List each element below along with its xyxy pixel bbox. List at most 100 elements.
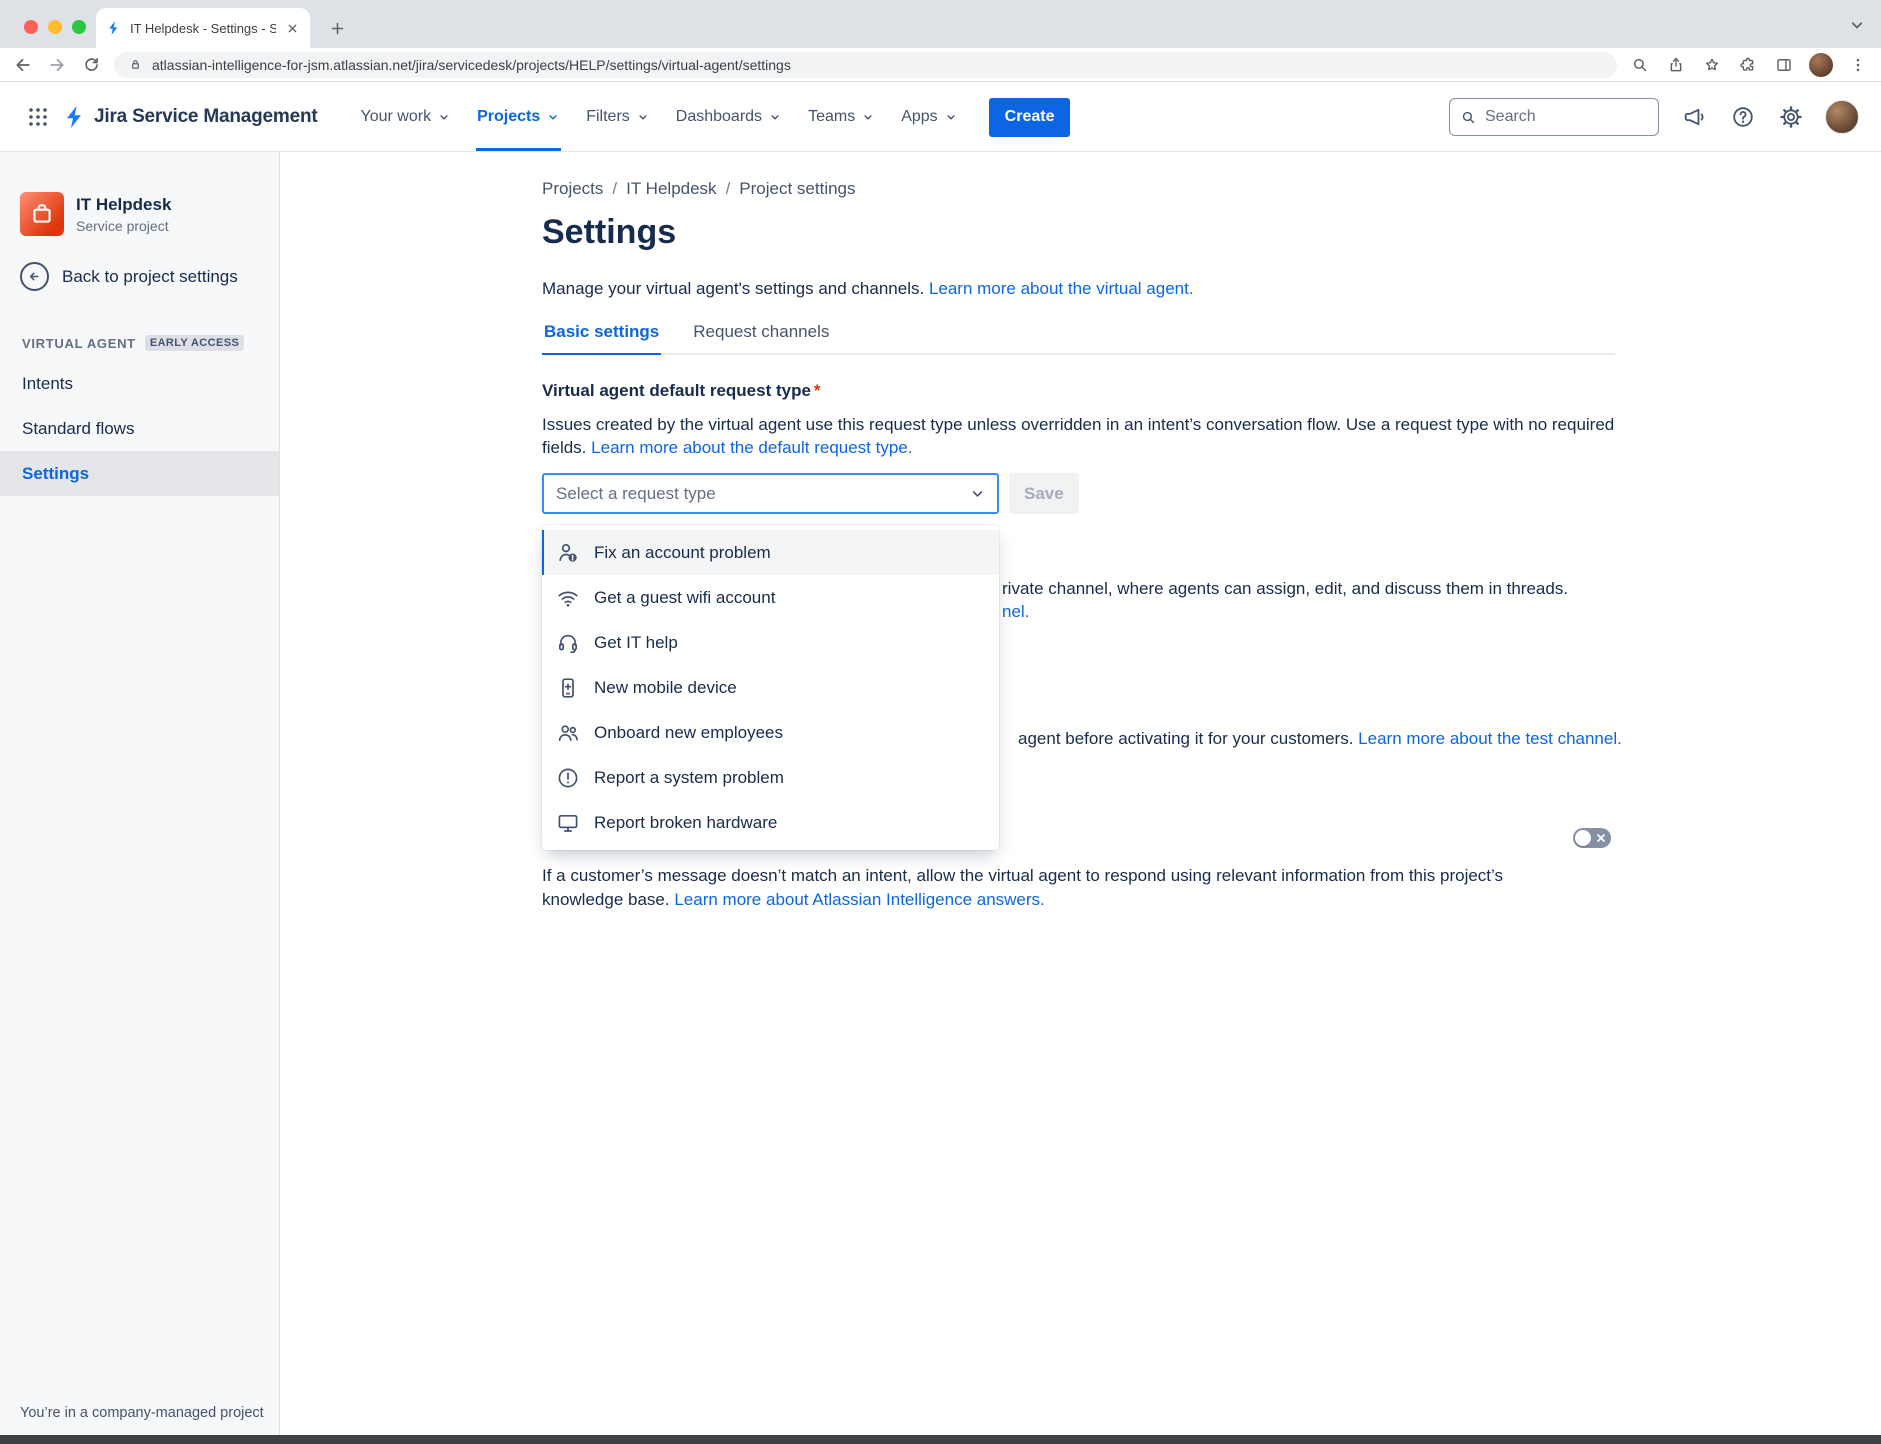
virtual-agent-learn-more-link[interactable]: Learn more about the virtual agent.: [929, 279, 1194, 298]
search-input[interactable]: [1485, 108, 1692, 126]
browser-toolbar-icons: [1629, 53, 1869, 77]
chevron-down-icon: [437, 110, 451, 124]
option-get-a-guest-wifi-account[interactable]: Get a guest wifi account: [542, 575, 999, 620]
project-sidebar: IT Helpdesk Service project Back to proj…: [0, 152, 280, 1435]
product-name: Jira Service Management: [94, 106, 318, 128]
settings-tabs: Basic settings Request channels: [542, 322, 1615, 355]
tab-title: IT Helpdesk - Settings - Servic: [130, 21, 276, 36]
chevron-down-icon: [768, 110, 782, 124]
window-zoom-button[interactable]: [72, 20, 86, 34]
default-request-type-learn-more-link[interactable]: Learn more about the default request typ…: [591, 438, 912, 457]
macos-window-controls: [24, 20, 86, 34]
tab-list-chevron-icon[interactable]: [1847, 15, 1867, 35]
sidebar-item-settings[interactable]: Settings: [0, 451, 279, 496]
bookmark-star-icon[interactable]: [1701, 54, 1723, 76]
site-info-icon[interactable]: [128, 57, 143, 72]
window-minimize-button[interactable]: [48, 20, 62, 34]
page-title: Settings: [542, 212, 676, 252]
atlassian-intelligence-answers-link[interactable]: Learn more about Atlassian Intelligence …: [674, 890, 1044, 909]
back-to-project-settings[interactable]: Back to project settings: [20, 262, 261, 291]
tab-close-icon[interactable]: [284, 20, 300, 36]
user-avatar[interactable]: [1825, 100, 1859, 134]
primary-nav: Your work Projects Filters Dashboards Te…: [348, 83, 971, 151]
address-bar[interactable]: atlassian-intelligence-for-jsm.atlassian…: [114, 52, 1617, 78]
virtual-agent-section-header: VIRTUAL AGENT EARLY ACCESS: [20, 335, 261, 351]
help-icon[interactable]: [1729, 103, 1757, 131]
window-close-button[interactable]: [24, 20, 38, 34]
project-avatar: [20, 192, 64, 236]
breadcrumb-separator: /: [726, 179, 731, 199]
save-button[interactable]: Save: [1009, 473, 1079, 514]
breadcrumb-projects[interactable]: Projects: [542, 179, 603, 199]
nav-apps[interactable]: Apps: [888, 83, 970, 151]
agent-channel-link-fragment[interactable]: nel.: [1002, 600, 1029, 623]
header-actions: [1681, 100, 1859, 134]
new-tab-button[interactable]: [322, 13, 352, 43]
jira-logo[interactable]: Jira Service Management: [62, 104, 318, 130]
chevron-down-icon: [636, 110, 650, 124]
share-icon[interactable]: [1665, 54, 1687, 76]
person-alert-icon: [556, 541, 580, 565]
breadcrumb-separator: /: [612, 179, 617, 199]
wifi-icon: [556, 586, 580, 610]
required-asterisk: *: [814, 381, 821, 400]
people-icon: [556, 721, 580, 745]
option-fix-an-account-problem[interactable]: Fix an account problem: [542, 530, 999, 575]
default-request-type-description: Issues created by the virtual agent use …: [542, 413, 1622, 459]
breadcrumb-project-settings[interactable]: Project settings: [739, 179, 855, 199]
sidebar-nav: Intents Standard flows Settings: [0, 361, 279, 496]
side-panel-icon[interactable]: [1773, 54, 1795, 76]
option-new-mobile-device[interactable]: New mobile device: [542, 665, 999, 710]
browser-menu-icon[interactable]: [1847, 54, 1869, 76]
option-report-broken-hardware[interactable]: Report broken hardware: [542, 800, 999, 845]
option-report-a-system-problem[interactable]: Report a system problem: [542, 755, 999, 800]
request-type-select-row: Select a request type Save: [542, 473, 1079, 514]
headset-icon: [556, 631, 580, 655]
tab-basic-settings[interactable]: Basic settings: [542, 322, 661, 355]
forward-icon[interactable]: [46, 54, 68, 76]
back-label: Back to project settings: [62, 267, 238, 287]
search-icon: [1460, 109, 1477, 126]
back-icon[interactable]: [12, 54, 34, 76]
extensions-icon[interactable]: [1737, 54, 1759, 76]
select-placeholder: Select a request type: [556, 484, 968, 504]
request-type-select[interactable]: Select a request type: [542, 473, 999, 514]
chevron-down-icon: [944, 110, 958, 124]
project-name: IT Helpdesk: [76, 195, 171, 215]
intro-paragraph: Manage your virtual agent's settings and…: [542, 279, 1194, 299]
chevron-down-icon: [546, 110, 560, 124]
answers-paragraph: If a customer’s message doesn’t match an…: [542, 864, 1587, 912]
sidebar-item-intents[interactable]: Intents: [0, 361, 279, 406]
project-header: IT Helpdesk Service project: [20, 192, 261, 236]
browser-urlbar: atlassian-intelligence-for-jsm.atlassian…: [0, 48, 1881, 82]
answers-toggle[interactable]: [1573, 828, 1611, 848]
browser-tab[interactable]: IT Helpdesk - Settings - Servic: [96, 8, 310, 48]
reload-icon[interactable]: [80, 54, 102, 76]
nav-filters[interactable]: Filters: [573, 83, 663, 151]
settings-gear-icon[interactable]: [1777, 103, 1805, 131]
nav-teams[interactable]: Teams: [795, 83, 888, 151]
global-search[interactable]: [1449, 98, 1659, 136]
browser-profile-avatar[interactable]: [1809, 53, 1833, 77]
create-button[interactable]: Create: [989, 98, 1071, 137]
app-header: Jira Service Management Your work Projec…: [0, 83, 1881, 152]
megaphone-icon[interactable]: [1681, 103, 1709, 131]
project-type: Service project: [76, 218, 171, 234]
default-request-type-heading: Virtual agent default request type*: [542, 381, 821, 401]
app-switcher-icon[interactable]: [22, 101, 54, 133]
test-channel-learn-more-link[interactable]: Learn more about the test channel.: [1358, 729, 1622, 748]
intro-text: Manage your virtual agent's settings and…: [542, 279, 924, 298]
agent-channel-text-fragment: rivate channel, where agents can assign,…: [1002, 577, 1568, 600]
window-bottom-edge: [0, 1435, 1881, 1444]
nav-projects[interactable]: Projects: [464, 83, 573, 151]
tab-request-channels[interactable]: Request channels: [691, 322, 831, 353]
nav-dashboards[interactable]: Dashboards: [663, 83, 795, 151]
sidebar-item-standard-flows[interactable]: Standard flows: [0, 406, 279, 451]
option-get-it-help[interactable]: Get IT help: [542, 620, 999, 665]
nav-your-work[interactable]: Your work: [348, 83, 465, 151]
option-onboard-new-employees[interactable]: Onboard new employees: [542, 710, 999, 755]
zoom-icon[interactable]: [1629, 54, 1651, 76]
toggle-knob: [1575, 830, 1591, 846]
chevron-down-icon: [968, 484, 987, 503]
breadcrumb-it-helpdesk[interactable]: IT Helpdesk: [626, 179, 716, 199]
